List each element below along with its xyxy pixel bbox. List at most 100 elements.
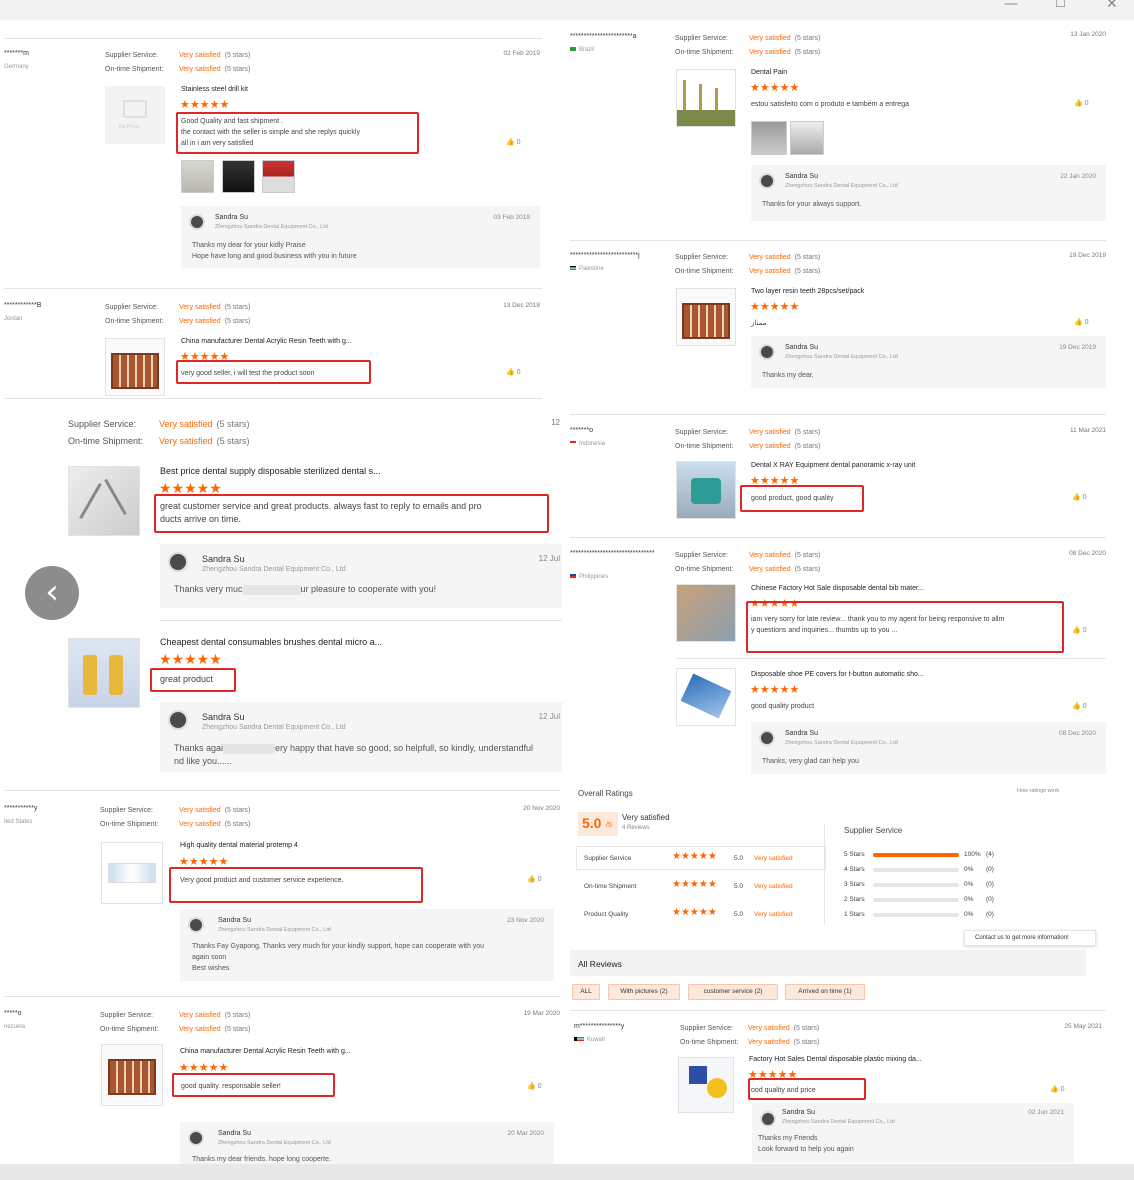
thumbs-up-icon: 👍 [1072,627,1081,634]
product-thumbnail[interactable] [101,1044,163,1106]
seller-reply: Sandra Su Zhengzhou Sandra Dental Equipm… [180,909,554,981]
like-button[interactable]: 👍 0 [506,138,521,146]
avatar [759,173,775,189]
product-thumbnail[interactable] [678,1057,734,1113]
avatar [168,710,188,730]
dist-label: 5 Stars [844,851,865,858]
all-reviews-header: All Reviews [570,950,1086,976]
like-button[interactable]: 👍 0 [1050,1085,1065,1093]
review-photo[interactable] [751,121,787,155]
dist-count: (0) [986,896,994,903]
highlight-box [748,1078,866,1100]
review-item: *****o nezuela Supplier Service: Very sat… [4,1010,560,1164]
score-badge: 5.0 /5 [578,812,618,836]
avatar [188,917,204,933]
review-item: m***************y Kuwait Supplier Servic… [574,1023,1108,1163]
highlight-box [740,485,864,512]
reviewer-country: Germany [4,64,29,70]
dist-bar [873,883,959,887]
review-item: ******************************* Philippi… [570,550,1106,775]
like-button[interactable]: 👍 0 [1074,318,1089,326]
minimize-icon[interactable]: — [1004,0,1018,12]
dist-label: 4 Stars [844,866,865,873]
like-button[interactable]: 👍 0 [527,875,542,883]
like-button[interactable]: 👍 0 [1072,626,1087,634]
product-thumbnail[interactable] [101,842,163,904]
like-button[interactable]: 👍 0 [527,1082,542,1090]
dist-bar [873,868,959,872]
like-button[interactable]: 👍 0 [506,368,521,376]
dist-label: 2 Stars [844,896,865,903]
flag-icon [570,441,576,446]
review-item: *************************j Palestine Sup… [570,252,1106,412]
like-button[interactable]: 👍 0 [1074,99,1089,107]
dist-percent: 0% [964,881,974,888]
thumbs-up-icon: 👍 [1074,319,1083,326]
thumbs-up-icon: 👍 [527,1083,536,1090]
dist-percent: 0% [964,911,974,918]
thumbs-up-icon: 👍 [1072,494,1081,501]
review-photo[interactable] [790,121,824,155]
product-thumbnail[interactable] [676,288,736,346]
product-thumbnail[interactable] [68,638,140,708]
avatar [760,1111,776,1127]
review-screenshot: — ☐ ✕ *******m Germany Supplier Service:… [0,0,1134,1180]
product-thumbnail[interactable] [105,338,165,396]
thumbs-up-icon: 👍 [1050,1086,1059,1093]
dist-percent: 0% [964,896,974,903]
right-reviews-column: ***********************a Brazil Supplier… [568,20,1134,1164]
filter-tag[interactable]: ALL [572,984,600,1000]
close-icon[interactable]: ✕ [1106,0,1118,12]
seller-reply: Sandra Su Zhengzhou Sandra Dental Equipm… [752,1103,1074,1163]
thumbs-up-icon: 👍 [506,369,515,376]
flag-icon [570,47,576,52]
thumbs-up-icon: 👍 [1074,100,1083,107]
avatar [188,1130,204,1146]
product-thumbnail[interactable] [676,461,736,519]
product-thumbnail[interactable] [676,584,736,642]
reviewer-name: *******m [4,50,29,57]
rating-row-score: 5.0 [734,883,744,890]
previous-arrow-button[interactable]: ‹ [25,566,79,620]
avatar [759,344,775,360]
highlight-box [154,494,549,533]
filter-tag[interactable]: With pictures (2) [608,984,680,1000]
image-icon [123,100,147,118]
dist-bar [873,898,959,902]
dist-label: 1 Stars [844,911,865,918]
review-photo[interactable] [181,160,214,193]
review-photo[interactable] [222,160,255,193]
rating-row-label: On-time Shipment [584,883,637,890]
rating-row-verdict: Very satisfied [754,883,793,890]
maximize-icon[interactable]: ☐ [1055,0,1066,10]
rating-row-stars: ★★★★★ [672,907,717,918]
how-ratings-work-link[interactable]: How ratings work [1017,788,1059,794]
like-button[interactable]: 👍 0 [1072,702,1087,710]
rating-stars: ★★★★★ [180,99,230,111]
avatar [759,730,775,746]
product-thumbnail[interactable] [676,668,736,726]
product-thumbnail[interactable] [68,466,140,536]
product-thumbnail[interactable] [676,69,736,127]
overall-ratings-heading: Overall Ratings [578,789,633,798]
seller-reply: Sandra Su Zhengzhou Sandra Dental Equipm… [160,544,562,608]
dist-label: 3 Stars [844,881,865,888]
filter-tag[interactable]: Arrived on time (1) [785,984,865,1000]
review-item: *******o Indonesia Supplier Service: Very… [570,427,1106,527]
dist-bar-fill [873,853,959,857]
seller-reply: Sandra Su Zhengzhou Sandra Dental Equipm… [160,702,562,772]
filter-tag[interactable]: customer service (2) [688,984,778,1000]
review-item: ***********y ited States Supplier Servic… [4,805,560,985]
flag-icon [574,1037,584,1042]
review-item: Supplier Service: Very satisfied (5 stars)… [68,416,562,616]
rating-row-label: Product Quality [584,911,629,918]
dist-percent: 100% [964,851,981,858]
product-title[interactable]: Stainless steel drill kit [181,86,248,93]
contact-button[interactable]: Contact us to get more information! [964,930,1096,946]
dist-percent: 0% [964,866,974,873]
dist-count: (0) [986,911,994,918]
review-photo[interactable] [262,160,295,193]
dist-bar [873,853,959,857]
flag-icon [570,266,576,271]
like-button[interactable]: 👍 0 [1072,493,1087,501]
